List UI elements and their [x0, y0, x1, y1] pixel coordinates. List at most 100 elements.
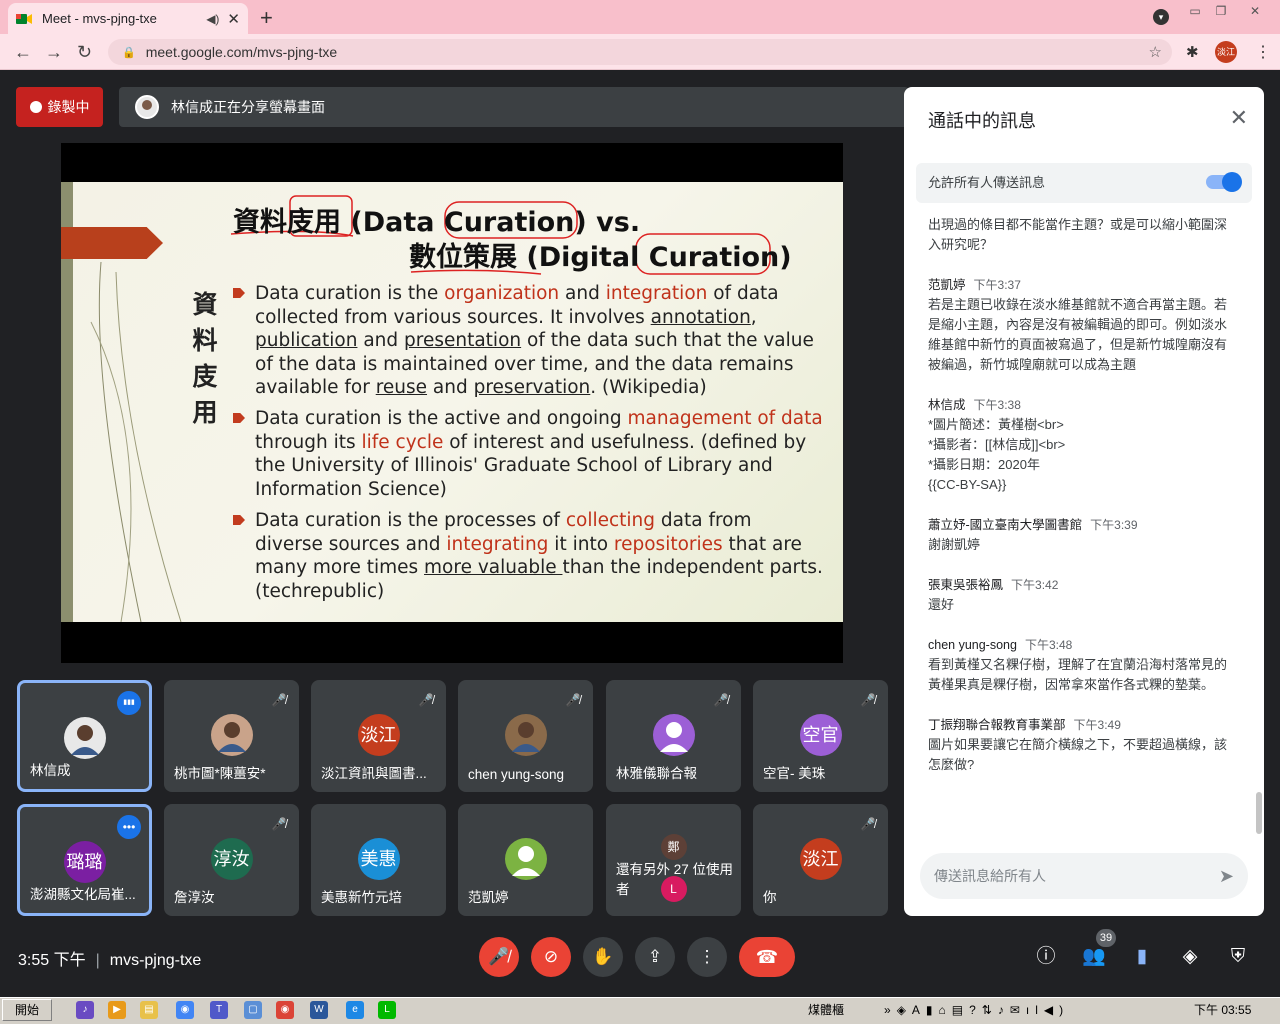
message-sender: 林信成 — [928, 398, 966, 412]
back-icon[interactable]: ← — [14, 42, 32, 63]
participant-tile[interactable]: 空官 🎤̸ 空官- 美珠 — [753, 680, 888, 792]
tab-search-icon[interactable]: ▾ — [1153, 9, 1169, 25]
profile-avatar[interactable]: 淡江 — [1215, 41, 1237, 63]
window-close-icon[interactable]: ✕ — [1246, 4, 1264, 18]
restore-icon[interactable]: ❐ — [1212, 4, 1230, 18]
forward-icon[interactable]: → — [45, 42, 63, 63]
message-header: chen yung-song 下午3:48 — [928, 635, 1232, 655]
send-icon[interactable]: ➤ — [1219, 853, 1234, 899]
camera-off-button[interactable]: ⊘ — [531, 937, 571, 977]
chat-message: 蕭立妤-國立臺南大學圖書館 下午3:39 謝謝凱婷 — [928, 515, 1232, 555]
start-button[interactable]: 開始 — [2, 999, 52, 1021]
word-icon[interactable]: W — [310, 1001, 328, 1019]
slide-title-line1: 資料庋用 (Data Curation) vs. — [233, 200, 640, 239]
participant-avatar: 璐璐 — [63, 841, 106, 883]
tray-icons[interactable]: »◈A▮⌂▤?⇅♪✉ıl◀) — [884, 1003, 1069, 1017]
bullet-segment: life cycle — [361, 431, 444, 453]
address-bar[interactable]: 🔒 meet.google.com/mvs-pjng-txe ☆ — [108, 39, 1172, 65]
browser-menu-icon[interactable]: ⋮ — [1255, 42, 1271, 62]
bullet-text: Data curation is the processes of collec… — [255, 509, 823, 603]
chat-scrollbar[interactable] — [1256, 792, 1262, 834]
participant-tile[interactable]: 淳汝 🎤̸ 詹淳汝 — [164, 804, 299, 916]
ime-label[interactable]: 煤體櫃 — [808, 1003, 844, 1017]
bullet-arrow-icon — [233, 413, 245, 423]
participant-tile[interactable]: 🎤̸ chen yung-song — [458, 680, 593, 792]
title-cn: 數位策展 — [409, 242, 517, 273]
bullet-segment: , — [750, 306, 757, 328]
close-icon[interactable]: ✕ — [1230, 105, 1248, 131]
bookmark-star-icon[interactable]: ☆ — [1149, 43, 1162, 61]
slide-vertical-title: 資 料 庋 用 — [185, 287, 225, 431]
participant-name: 你 — [763, 890, 777, 905]
mic-off-button[interactable]: 🎤̸ — [479, 937, 519, 977]
minimize-icon[interactable]: ▭ — [1186, 4, 1204, 18]
presenter-text: 林信成正在分享螢幕畫面 — [171, 99, 325, 115]
chrome-icon[interactable]: ◉ — [176, 1001, 194, 1019]
participant-tile[interactable]: 范凱婷 — [458, 804, 593, 916]
mic-off-icon: 🎤̸ — [565, 693, 581, 707]
message-header: 張東吳張裕鳳 下午3:42 — [928, 575, 1232, 595]
more-icon[interactable]: ••• — [117, 815, 141, 839]
participant-tile[interactable]: 🎤̸ 林雅儀聯合報 — [606, 680, 741, 792]
participant-avatar — [504, 838, 547, 880]
participant-tile[interactable]: 淡江 🎤̸ 淡江資訊與圖書... — [311, 680, 446, 792]
bullet-segment: annotation — [650, 306, 751, 328]
message-time: 下午3:39 — [1090, 518, 1138, 532]
bullet-segment: publication — [255, 330, 358, 351]
present-button[interactable]: ⇪ — [635, 937, 675, 977]
hangup-button[interactable]: ☎ — [739, 937, 795, 977]
message-time: 下午3:38 — [973, 398, 1021, 412]
player-icon[interactable]: ▶ — [108, 1001, 126, 1019]
message-body: *圖片簡述：黃槿樹<br> *攝影者：[[林信成]]<br> *攝影日期：202… — [928, 417, 1066, 492]
meeting-time: 3:55 下午 — [18, 952, 86, 969]
browser-tab[interactable]: Meet - mvs-pjng-txe ◀) ✕ — [8, 3, 248, 34]
activities-icon[interactable]: ◈ — [1175, 942, 1205, 972]
bullet-segment: Data curation is the — [255, 283, 445, 304]
participant-tile[interactable]: 🎤̸ 桃市圖*陳薑安* — [164, 680, 299, 792]
chat-input[interactable]: 傳送訊息給所有人 ➤ — [920, 853, 1248, 899]
bullet-segment: preservation — [473, 377, 591, 398]
participant-tile[interactable]: 美惠 美惠新竹元培 — [311, 804, 446, 916]
message-header: 蕭立妤-國立臺南大學圖書館 下午3:39 — [928, 515, 1232, 535]
more-options-button[interactable]: ⋮ — [687, 937, 727, 977]
meet-favicon-icon — [16, 12, 32, 26]
participant-tile[interactable]: ▮▮▮ 林信成 — [17, 680, 152, 792]
line-icon[interactable]: L — [378, 1001, 396, 1019]
tab-close-icon[interactable]: ✕ — [227, 10, 240, 28]
vertical-char: 用 — [192, 398, 218, 427]
media-icon[interactable]: ♪ — [76, 1001, 94, 1019]
presenter-banner: 林信成正在分享螢幕畫面 — [119, 87, 909, 127]
message-sender: 范凱婷 — [928, 278, 966, 292]
participant-tile[interactable]: 鄭L 還有另外 27 位使用者 — [606, 804, 741, 916]
teams-icon[interactable]: T — [210, 1001, 228, 1019]
raise-hand-button[interactable]: ✋ — [583, 937, 623, 977]
mic-off-icon: 🎤̸ — [860, 693, 876, 707]
audio-playing-icon[interactable]: ◀) — [206, 12, 219, 26]
info-icon[interactable]: ⓘ — [1031, 942, 1061, 972]
extensions-icon[interactable]: ✱ — [1186, 43, 1199, 61]
message-body: 看到黃槿又名粿仔樹，理解了在宜蘭沿海村落常見的黃槿果真是粿仔樹，因常拿來當作各式… — [928, 657, 1228, 692]
chat-icon[interactable]: ▮ — [1127, 942, 1157, 972]
app-icon[interactable]: ▢ — [244, 1001, 262, 1019]
allow-messages-toggle[interactable] — [1206, 172, 1242, 192]
new-tab-button[interactable]: + — [260, 5, 273, 31]
chat-message: 張東吳張裕鳳 下午3:42 還好 — [928, 575, 1232, 615]
title-en: (Data Curation) vs. — [341, 207, 641, 238]
slide-bullet: Data curation is the processes of collec… — [233, 509, 823, 603]
presenter-avatar — [135, 95, 159, 119]
host-controls-icon[interactable]: ⛨ — [1223, 942, 1253, 972]
participant-tile[interactable]: 淡江 🎤̸ 你 — [753, 804, 888, 916]
ie-icon[interactable]: e — [346, 1001, 364, 1019]
recording-badge[interactable]: 錄製中 — [16, 87, 103, 127]
participant-tile[interactable]: 璐璐 ••• 澎湖縣文化局崔... — [17, 804, 152, 916]
message-header: 林信成 下午3:38 — [928, 395, 1232, 415]
bullet-arrow-icon — [233, 288, 245, 298]
folder-icon[interactable]: ▤ — [140, 1001, 158, 1019]
bullet-segment: and — [357, 330, 405, 351]
reload-icon[interactable]: ↻ — [77, 42, 92, 63]
chrome-window-icon[interactable]: ◉ — [276, 1001, 294, 1019]
chat-messages: 出現過的條目都不能當作主題？或是可以縮小範圍深入研究呢？ 范凱婷 下午3:37 若是主… — [928, 215, 1232, 795]
bullet-segment: Data curation is the active and ongoing — [255, 408, 628, 429]
tab-title: Meet - mvs-pjng-txe — [42, 11, 157, 26]
participant-name: 美惠新竹元培 — [321, 890, 402, 905]
